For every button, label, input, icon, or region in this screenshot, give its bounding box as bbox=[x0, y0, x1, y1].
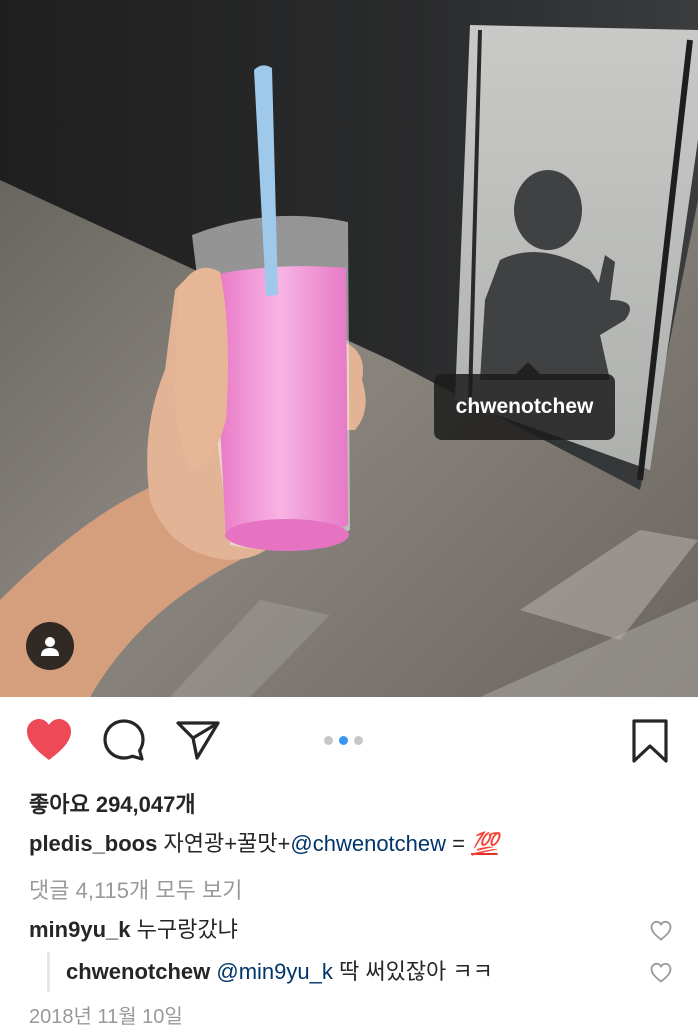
view-all-comments-link[interactable]: 댓글 4,115개 모두 보기 bbox=[29, 873, 242, 905]
action-bar bbox=[0, 697, 698, 787]
caption-text: 자연광+꿀맛+ bbox=[163, 831, 291, 856]
comment-like-heart-icon[interactable] bbox=[650, 920, 672, 942]
reply-thread-line bbox=[47, 952, 50, 992]
reply-text: 딱 써있잖아 ㅋㅋ bbox=[332, 959, 493, 984]
show-tags-button[interactable] bbox=[26, 622, 74, 670]
comment-item: min9yu_k 누구랑갔냐 bbox=[29, 916, 238, 944]
reply-item: chwenotchew @min9yu_k 딱 써있잖아 ㅋㅋ bbox=[66, 958, 493, 986]
caption-username[interactable]: pledis_boos bbox=[29, 831, 157, 856]
share-button[interactable] bbox=[172, 715, 224, 765]
bookmark-icon bbox=[632, 719, 668, 763]
like-button[interactable] bbox=[22, 715, 76, 765]
carousel-dot-active bbox=[339, 736, 348, 745]
hundred-points-emoji-icon: 💯 bbox=[471, 831, 498, 856]
paper-plane-icon bbox=[176, 721, 220, 760]
carousel-dot bbox=[354, 736, 363, 745]
caption-suffix: = bbox=[446, 831, 472, 856]
post-date: 2018년 11월 10일 bbox=[29, 1006, 183, 1028]
user-tag-label[interactable]: chwenotchew bbox=[434, 362, 615, 440]
comment-button[interactable] bbox=[99, 715, 149, 765]
heart-filled-icon bbox=[27, 719, 71, 760]
caption-mention[interactable]: @chwenotchew bbox=[290, 831, 446, 856]
comment-text: 누구랑갔냐 bbox=[136, 917, 238, 942]
carousel-dot bbox=[324, 736, 333, 745]
comment-username[interactable]: min9yu_k bbox=[29, 917, 131, 942]
photo-scene bbox=[0, 0, 698, 697]
person-icon bbox=[41, 637, 59, 656]
reply-mention[interactable]: @min9yu_k bbox=[216, 959, 333, 984]
save-button[interactable] bbox=[626, 715, 674, 767]
user-tag-text: chwenotchew bbox=[455, 395, 594, 418]
likes-count[interactable]: 좋아요 294,047개 bbox=[29, 787, 196, 819]
reply-like-heart-icon[interactable] bbox=[650, 962, 672, 984]
carousel-indicator bbox=[324, 736, 363, 745]
comment-bubble-icon bbox=[103, 719, 145, 761]
post-photo[interactable]: chwenotchew bbox=[0, 0, 698, 697]
post-caption: pledis_boos 자연광+꿀맛+@chwenotchew = 💯 bbox=[29, 830, 679, 858]
reply-username[interactable]: chwenotchew bbox=[66, 959, 210, 984]
